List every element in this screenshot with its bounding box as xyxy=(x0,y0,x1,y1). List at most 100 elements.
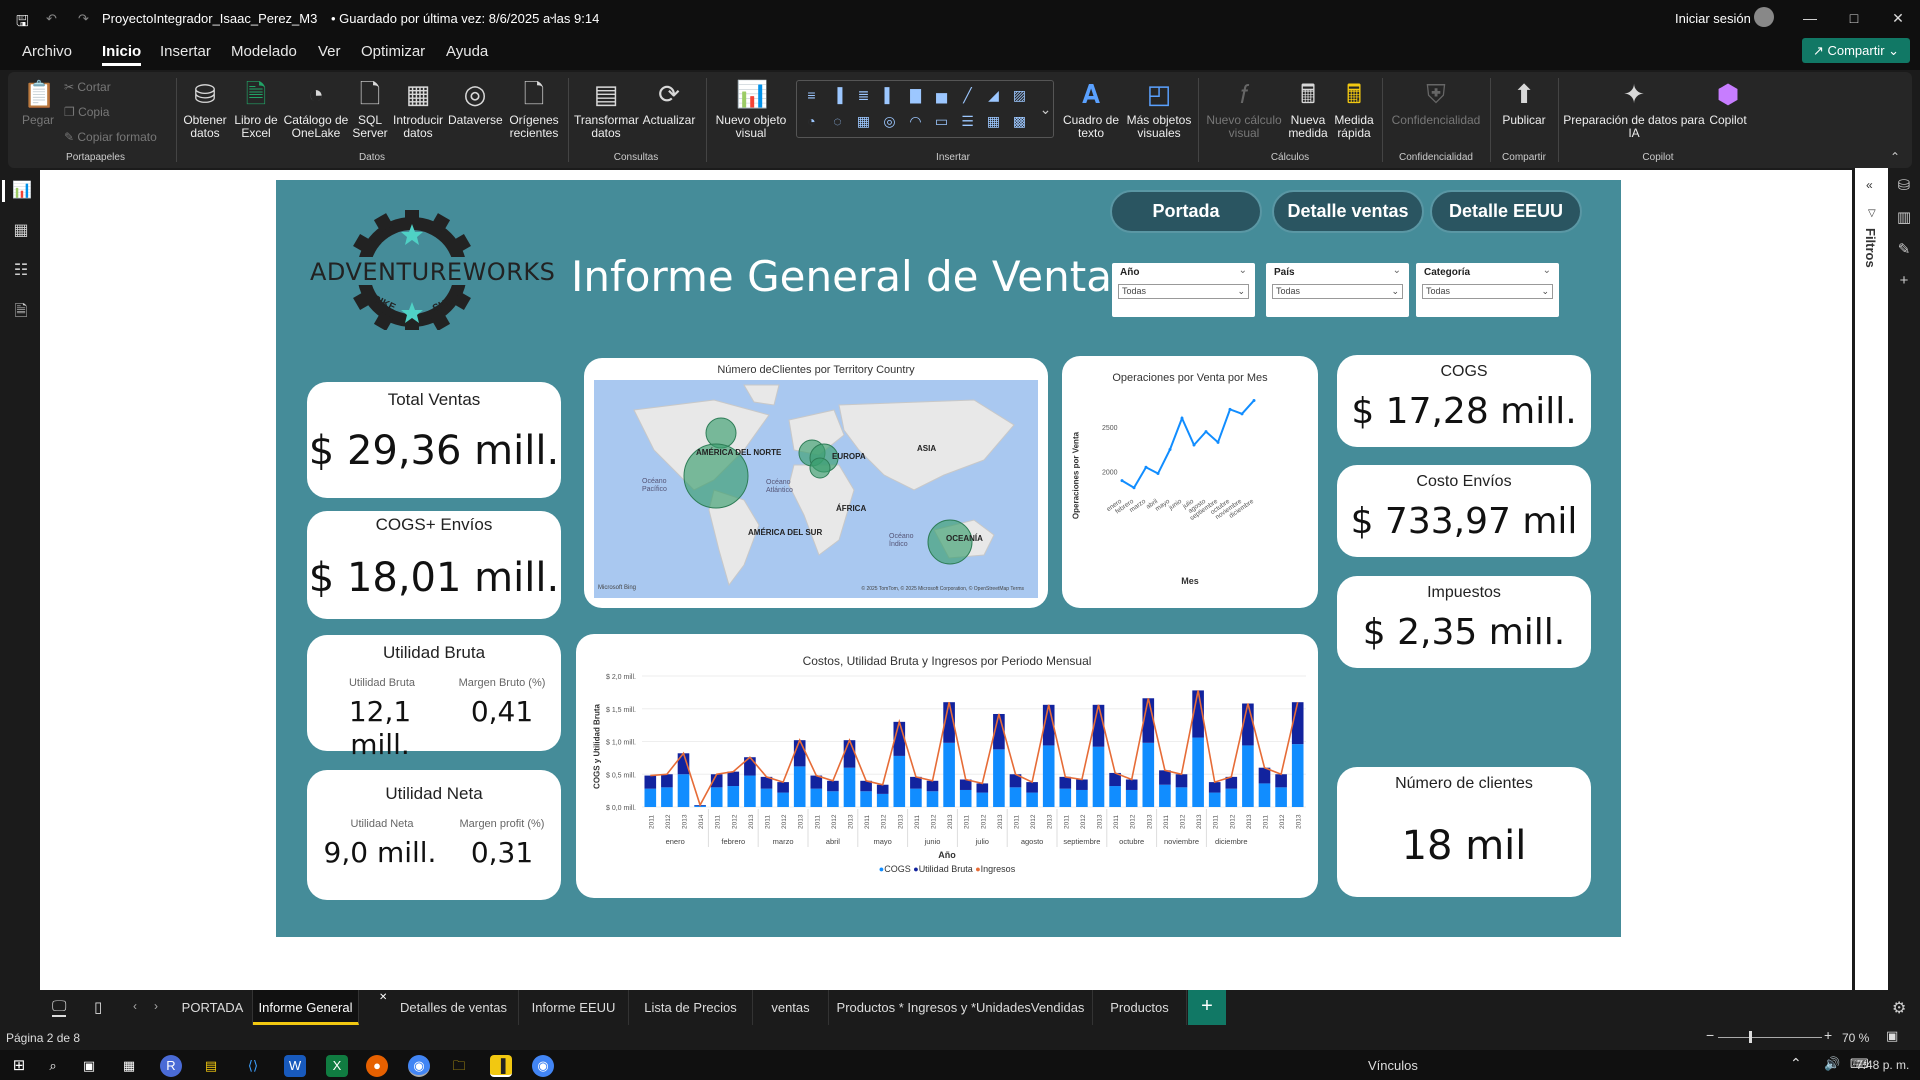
mobile-layout-icon[interactable]: ▯ xyxy=(94,998,102,1016)
visualizations-pane-icon[interactable]: ▥ xyxy=(1894,208,1914,228)
chevron-down-icon[interactable]: ⌄ xyxy=(1393,265,1401,276)
new-visual-button[interactable]: 📊 Nuevo objeto visual xyxy=(712,78,790,140)
table-view-icon[interactable]: ▦ xyxy=(10,220,32,242)
dax-view-icon[interactable]: 🗎 xyxy=(10,300,32,322)
legend-item[interactable]: Utilidad Bruta xyxy=(919,864,973,874)
tray-chevron-icon[interactable]: ⌃ xyxy=(1790,1055,1802,1072)
tab-productos[interactable]: Productos xyxy=(1093,990,1187,1025)
menu-modelado[interactable]: Modelado xyxy=(231,43,297,60)
nav-detalle-eeuu-button[interactable]: Detalle EEUU xyxy=(1430,190,1582,233)
recent-sources-button[interactable]: 🗋 Orígenes recientes xyxy=(504,78,564,140)
slicer-icon[interactable]: ☰ xyxy=(957,111,978,132)
legend-item[interactable]: COGS xyxy=(884,864,911,874)
search-icon[interactable]: ⌕ xyxy=(42,1055,64,1077)
chevron-down-icon[interactable]: ⌄ xyxy=(1239,265,1247,276)
cut-button[interactable]: ✂ Cortar xyxy=(64,80,111,94)
card-utilidad-neta[interactable]: Utilidad Neta Utilidad Neta 9,0 mill. Ma… xyxy=(307,770,561,900)
sensitivity-button[interactable]: ⛨ Confidencialidad xyxy=(1386,78,1486,127)
map-area[interactable]: AMÉRICA DEL NORTE EUROPA ASIA ÁFRICA AMÉ… xyxy=(594,380,1038,598)
onelake-button[interactable]: ◔ Catálogo de OneLake xyxy=(282,78,350,140)
line-chart-visual[interactable]: Operaciones por Venta por Mes 2000 2500 en… xyxy=(1062,356,1318,608)
table-visual-icon[interactable]: ▦ xyxy=(983,111,1004,132)
transform-data-button[interactable]: ▤ Transformar datos xyxy=(574,78,639,140)
stacked-column-icon[interactable]: ▇ xyxy=(905,85,926,106)
enter-data-button[interactable]: ▦ Introducir datos xyxy=(390,78,446,140)
app-icon[interactable]: R xyxy=(160,1055,182,1077)
sticky-app-icon[interactable]: ▤ xyxy=(200,1055,222,1077)
filter-icon[interactable]: ▽ xyxy=(1868,208,1876,219)
format-pane-icon[interactable]: ✎ xyxy=(1894,240,1914,260)
menu-insertar[interactable]: Insertar xyxy=(160,43,211,60)
combo-chart-visual[interactable]: Costos, Utilidad Bruta y Ingresos por Pe… xyxy=(576,634,1318,898)
chrome-profile-icon[interactable]: ◉ xyxy=(532,1055,554,1077)
volume-icon[interactable]: 🔊 xyxy=(1824,1056,1840,1072)
treemap-icon[interactable]: ▦ xyxy=(853,111,874,132)
card-numero-clientes[interactable]: Número de clientes 18 mil xyxy=(1337,767,1591,897)
more-visuals-button[interactable]: ◰ Más objetos visuales xyxy=(1124,78,1194,140)
get-data-button[interactable]: ⛁ Obtener datos xyxy=(180,78,230,140)
menu-archivo[interactable]: Archivo xyxy=(22,43,72,60)
area-chart-icon[interactable]: ◢ xyxy=(983,85,1004,106)
map-visual[interactable]: Número deClientes por Territory Country … xyxy=(584,358,1048,608)
signin-link[interactable]: Iniciar sesión xyxy=(1675,11,1751,26)
new-visual-calc-button[interactable]: 𝑓 Nuevo cálculo visual xyxy=(1204,78,1284,140)
calculator-app-icon[interactable]: ▦ xyxy=(118,1055,140,1077)
links-toolbar[interactable]: Vínculos xyxy=(1368,1058,1418,1073)
paste-button[interactable]: 📋 Pegar xyxy=(18,78,58,127)
nav-detalle-ventas-button[interactable]: Detalle ventas xyxy=(1272,190,1424,233)
zoom-slider[interactable] xyxy=(1718,1037,1822,1038)
clustered-bar-icon[interactable]: ≣ xyxy=(853,85,874,106)
slicer-pais[interactable]: País ⌄ Todas ⌄ xyxy=(1266,263,1409,317)
avatar-icon[interactable] xyxy=(1754,7,1774,27)
card-impuestos[interactable]: Impuestos $ 2,35 mill. xyxy=(1337,576,1591,668)
fit-page-icon[interactable]: ▣ xyxy=(1886,1028,1898,1044)
ribbon-chart-icon[interactable]: ▨ xyxy=(1009,85,1030,106)
share-button[interactable]: ↗ Compartir ⌄ xyxy=(1802,38,1910,63)
card-costo-envios[interactable]: Costo Envíos $ 733,97 mil xyxy=(1337,465,1591,557)
prev-page-icon[interactable]: ‹ xyxy=(133,999,137,1013)
data-pane-icon[interactable]: ⛁ xyxy=(1894,176,1914,196)
textbox-button[interactable]: 𝐀 Cuadro de texto xyxy=(1058,78,1124,140)
menu-ayuda[interactable]: Ayuda xyxy=(446,43,488,60)
card-icon[interactable]: ▭ xyxy=(931,111,952,132)
tab-portada[interactable]: PORTADA xyxy=(173,990,253,1025)
slicer-anio[interactable]: Año ⌄ Todas ⌄ xyxy=(1112,263,1255,317)
slicer-dropdown[interactable]: Todas ⌄ xyxy=(1118,284,1249,299)
zoom-slider-handle[interactable] xyxy=(1749,1031,1752,1043)
tab-detalles-ventas[interactable]: Detalles de ventas xyxy=(389,990,519,1025)
dataverse-button[interactable]: ◎ Dataverse xyxy=(448,78,503,127)
powerbi-icon[interactable]: ▐ xyxy=(490,1055,512,1077)
excel-button[interactable]: 🗎 Libro de Excel xyxy=(232,78,280,140)
report-view-icon[interactable]: 📊 xyxy=(2,180,32,202)
close-tab-icon[interactable]: ✕ xyxy=(379,992,387,1003)
map-icon[interactable]: ◎ xyxy=(879,111,900,132)
card-total-ventas[interactable]: Total Ventas $ 29,36 mill. xyxy=(307,382,561,498)
firefox-icon[interactable]: ● xyxy=(366,1055,388,1077)
matrix-icon[interactable]: ▩ xyxy=(1009,111,1030,132)
format-painter-button[interactable]: ✎ Copiar formato xyxy=(64,130,157,144)
map-copyright[interactable]: © 2025 TomTom, © 2025 Microsoft Corporat… xyxy=(861,586,1024,592)
publish-button[interactable]: ⬆ Publicar xyxy=(1494,78,1554,127)
copilot-button[interactable]: ⬢ Copilot xyxy=(1702,78,1754,127)
line-chart-icon[interactable]: ╱ xyxy=(957,85,978,106)
maximize-icon[interactable]: □ xyxy=(1843,7,1865,29)
tab-productos-ingresos[interactable]: Productos * Ingresos y *UnidadesVendidas xyxy=(829,990,1093,1025)
minimize-icon[interactable]: — xyxy=(1799,7,1821,29)
card-cogs-envios[interactable]: COGS+ Envíos $ 18,01 mill. xyxy=(307,511,561,619)
file-explorer-icon[interactable]: 🗀 xyxy=(448,1055,470,1077)
next-page-icon[interactable]: › xyxy=(154,999,158,1013)
chevron-down-icon[interactable]: ⌄ xyxy=(1035,99,1056,120)
excel-app-icon[interactable]: X xyxy=(326,1055,348,1077)
column-chart-icon[interactable]: ▐ xyxy=(827,85,848,106)
settings-gear-icon[interactable]: ⚙ xyxy=(1892,998,1906,1018)
sql-button[interactable]: 🗋 SQL Server xyxy=(352,78,388,140)
quick-measure-button[interactable]: 🖩 Medida rápida xyxy=(1332,78,1376,140)
tab-ventas[interactable]: ventas xyxy=(753,990,829,1025)
slicer-dropdown[interactable]: Todas ⌄ xyxy=(1272,284,1403,299)
windows-start-icon[interactable]: ⊞ xyxy=(8,1055,30,1077)
save-icon[interactable]: 🖫 xyxy=(16,11,29,36)
tab-informe-general[interactable]: Informe General xyxy=(253,990,359,1025)
tab-informe-eeuu[interactable]: Informe EEUU xyxy=(519,990,629,1025)
zoom-in-icon[interactable]: + xyxy=(1824,1027,1832,1043)
model-view-icon[interactable]: ☷ xyxy=(10,260,32,282)
